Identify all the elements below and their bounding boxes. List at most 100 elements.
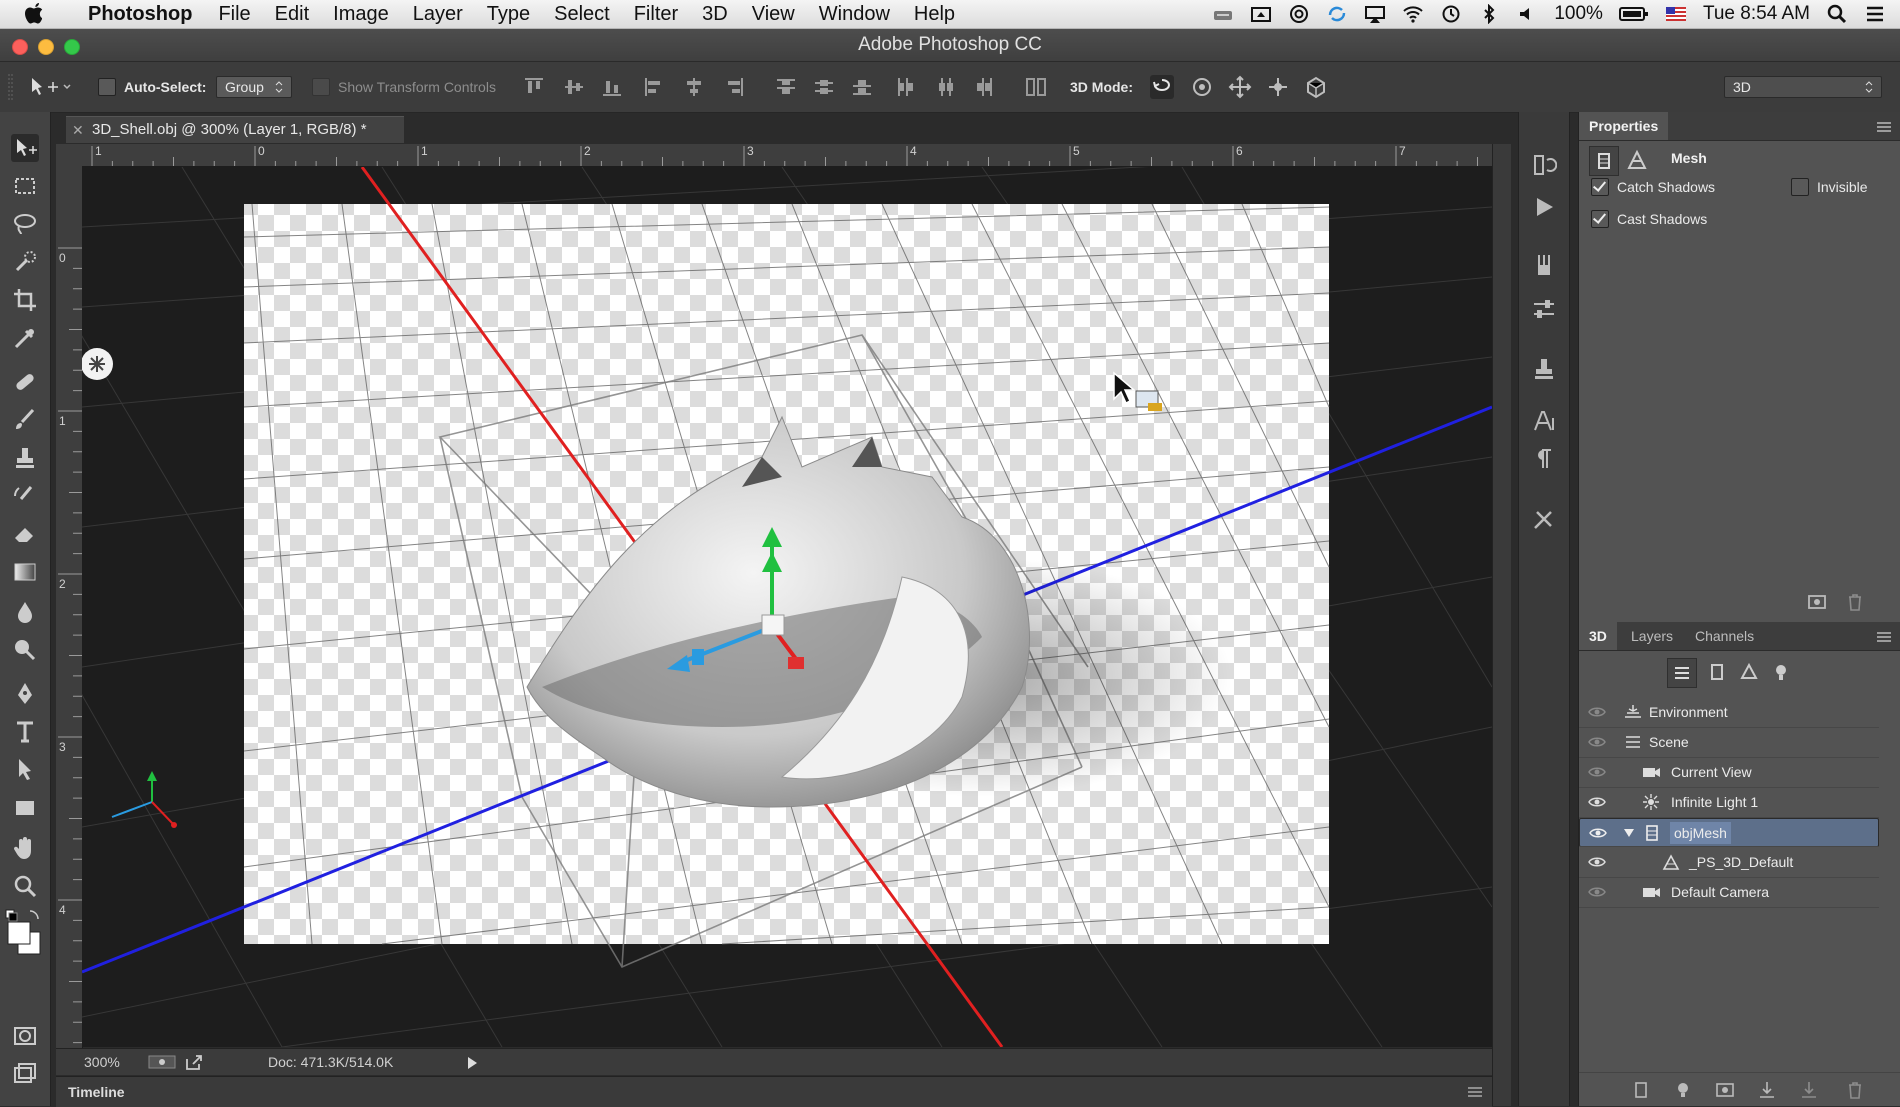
filter-whole-scene-button[interactable] xyxy=(1667,658,1697,688)
distribute-right-icon[interactable] xyxy=(972,75,996,99)
visibility-eye-icon[interactable] xyxy=(1587,703,1607,721)
properties-tab[interactable]: Properties xyxy=(1579,112,1669,140)
distribute-bottom-icon[interactable] xyxy=(850,75,874,99)
drop-to-ground-icon[interactable] xyxy=(1757,1080,1777,1100)
menu-layer[interactable]: Layer xyxy=(401,0,475,28)
canvas-viewport[interactable] xyxy=(82,167,1492,1047)
align-top-icon[interactable] xyxy=(522,75,546,99)
tool-presets-icon[interactable] xyxy=(1531,252,1557,278)
layer-row-default-camera[interactable]: Default Camera xyxy=(1579,878,1879,908)
scale-3d-icon[interactable] xyxy=(1304,75,1328,99)
search-icon[interactable] xyxy=(1826,4,1848,24)
move-tool-icon[interactable] xyxy=(11,134,39,162)
slide-3d-icon[interactable] xyxy=(1266,75,1290,99)
filter-materials-icon[interactable] xyxy=(1737,660,1761,684)
vertical-scrollbar[interactable] xyxy=(1492,144,1511,1106)
menu-window[interactable]: Window xyxy=(807,0,902,28)
horizontal-ruler[interactable]: 1 0 1 2 3 4 5 6 7 xyxy=(82,144,1492,167)
adjustments-icon[interactable] xyxy=(1531,296,1557,322)
layer-row-environment[interactable]: Environment xyxy=(1579,698,1879,728)
drive-icon[interactable] xyxy=(1212,4,1234,24)
distribute-vcenter-icon[interactable] xyxy=(812,75,836,99)
filter-lights-icon[interactable] xyxy=(1769,660,1793,684)
visibility-eye-icon[interactable] xyxy=(1587,853,1607,871)
volume-icon[interactable] xyxy=(1516,4,1538,24)
menu-app-photoshop[interactable]: Photoshop xyxy=(76,0,206,28)
layer-row-material[interactable]: _PS_3D_Default xyxy=(1579,848,1879,878)
eyedropper-tool-icon[interactable] xyxy=(11,324,39,352)
layer-row-infinite-light[interactable]: Infinite Light 1 xyxy=(1579,788,1879,818)
orbit-3d-icon[interactable] xyxy=(1150,75,1174,99)
brush-tool-icon[interactable] xyxy=(11,406,39,434)
distribute-top-icon[interactable] xyxy=(774,75,798,99)
path-selection-tool-icon[interactable] xyxy=(11,756,39,784)
auto-align-layers-icon[interactable] xyxy=(1024,75,1048,99)
align-right-icon[interactable] xyxy=(722,75,746,99)
move-tool-preset[interactable] xyxy=(28,62,72,112)
filter-meshes-icon[interactable] xyxy=(1705,660,1729,684)
clone-source-icon[interactable] xyxy=(1531,356,1557,382)
zoom-tool-icon[interactable] xyxy=(11,872,39,900)
sync-icon[interactable] xyxy=(1326,4,1348,24)
distribute-left-icon[interactable] xyxy=(894,75,918,99)
layer-row-current-view[interactable]: Current View xyxy=(1579,758,1879,788)
pen-tool-icon[interactable] xyxy=(11,680,39,708)
vertical-ruler[interactable]: 0 1 2 3 4 xyxy=(56,166,83,1048)
auto-select-dropdown[interactable]: Group xyxy=(216,76,292,98)
pan-3d-icon[interactable] xyxy=(1228,75,1252,99)
character-panel-icon[interactable] xyxy=(1531,408,1557,434)
history-panel-icon[interactable] xyxy=(1531,152,1557,178)
bluetooth-icon[interactable] xyxy=(1478,4,1500,24)
render-icon[interactable] xyxy=(1807,592,1827,612)
visibility-eye-icon[interactable] xyxy=(1587,763,1607,781)
auto-select-checkbox[interactable] xyxy=(98,78,116,96)
timeline-tab[interactable]: Timeline xyxy=(68,1077,125,1107)
ruler-corner[interactable] xyxy=(56,144,82,166)
delete-icon[interactable] xyxy=(1845,592,1865,612)
menu-filter[interactable]: Filter xyxy=(622,0,690,28)
roll-3d-icon[interactable] xyxy=(1190,75,1214,99)
share-icon[interactable] xyxy=(184,1053,204,1071)
new-light-icon[interactable] xyxy=(1673,1080,1693,1100)
menu-edit[interactable]: Edit xyxy=(263,0,321,28)
menu-3d[interactable]: 3D xyxy=(690,0,740,28)
cast-shadows-checkbox[interactable] xyxy=(1591,210,1609,228)
panel-menu-icon[interactable] xyxy=(1466,1085,1484,1099)
crop-tool-icon[interactable] xyxy=(11,286,39,314)
actions-play-icon[interactable] xyxy=(1531,194,1557,220)
visibility-eye-icon[interactable] xyxy=(1587,733,1607,751)
history-brush-tool-icon[interactable] xyxy=(11,482,39,510)
screen-capture-icon[interactable] xyxy=(1250,4,1272,24)
healing-brush-tool-icon[interactable] xyxy=(11,368,39,396)
paragraph-panel-icon[interactable] xyxy=(1531,446,1557,472)
blur-tool-icon[interactable] xyxy=(11,598,39,626)
layer-row-scene[interactable]: Scene xyxy=(1579,728,1879,758)
quick-mask-icon[interactable] xyxy=(11,1022,39,1050)
document-tab[interactable]: ✕ 3D_Shell.obj @ 300% (Layer 1, RGB/8) * xyxy=(66,116,404,143)
creative-cloud-icon[interactable] xyxy=(1288,4,1310,24)
gradient-tool-icon[interactable] xyxy=(11,558,39,586)
menu-view[interactable]: View xyxy=(740,0,807,28)
disclosure-triangle-icon[interactable] xyxy=(1624,828,1634,838)
menu-type[interactable]: Type xyxy=(475,0,542,28)
rectangle-tool-icon[interactable] xyxy=(11,794,39,822)
menu-image[interactable]: Image xyxy=(321,0,401,28)
battery-icon[interactable] xyxy=(1618,4,1649,24)
distribute-hcenter-icon[interactable] xyxy=(934,75,958,99)
align-vcenter-icon[interactable] xyxy=(562,75,586,99)
tab-3d[interactable]: 3D xyxy=(1579,622,1617,650)
tab-layers[interactable]: Layers xyxy=(1621,622,1683,650)
menubar-clock[interactable]: Tue 8:54 AM xyxy=(1703,3,1810,25)
visibility-eye-icon[interactable] xyxy=(1587,883,1607,901)
visibility-eye-icon[interactable] xyxy=(1587,793,1607,811)
status-menu-arrow-icon[interactable] xyxy=(466,1056,478,1070)
new-mesh-icon[interactable] xyxy=(1631,1080,1651,1100)
clone-stamp-tool-icon[interactable] xyxy=(11,444,39,472)
render-icon[interactable] xyxy=(1715,1080,1735,1100)
menu-file[interactable]: File xyxy=(206,0,262,28)
menu-help[interactable]: Help xyxy=(902,0,967,28)
delete-icon[interactable] xyxy=(1845,1080,1865,1100)
zoom-level[interactable]: 300% xyxy=(84,1049,120,1075)
flag-icon[interactable] xyxy=(1665,4,1687,24)
apple-icon[interactable] xyxy=(24,1,46,27)
